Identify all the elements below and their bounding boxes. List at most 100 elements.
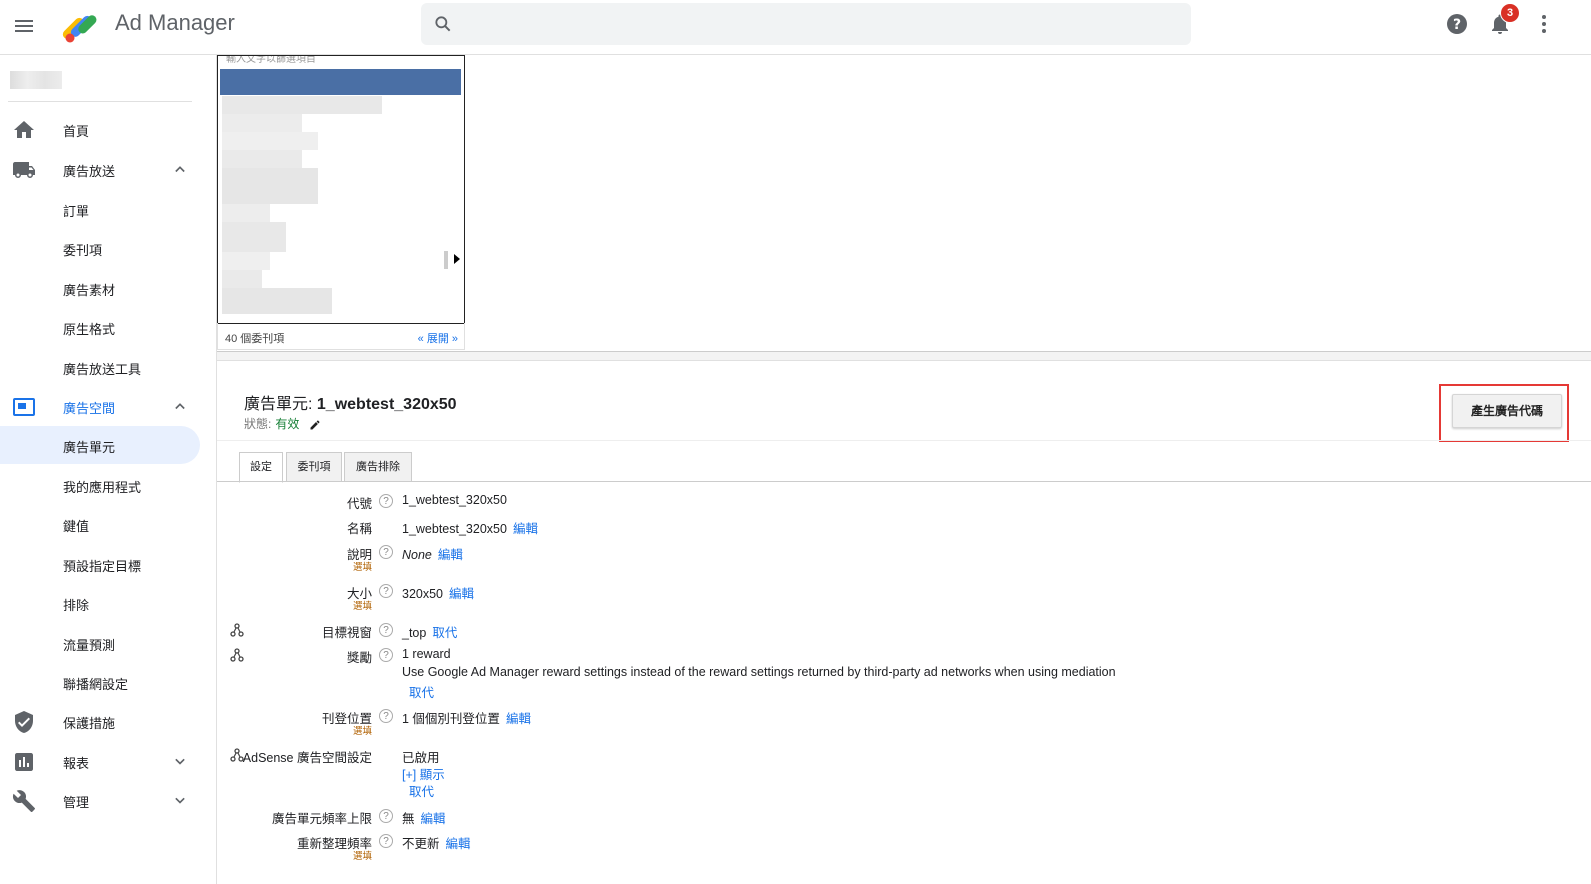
field-value: _top: [402, 626, 427, 640]
tab-settings[interactable]: 設定: [239, 452, 283, 483]
tab-ad-exclusions[interactable]: 廣告排除: [344, 452, 412, 482]
selected-row-blurred[interactable]: [220, 69, 461, 95]
help-circle-icon[interactable]: ?: [379, 584, 393, 598]
help-circle-icon[interactable]: ?: [379, 545, 393, 559]
blurred-row: [222, 114, 302, 132]
menu-icon[interactable]: [12, 14, 36, 38]
sidebar-item-reports[interactable]: 報表: [0, 742, 200, 780]
search-bar[interactable]: [421, 3, 1191, 45]
help-icon[interactable]: ?: [1445, 12, 1469, 36]
field-value-row: 不更新 編輯: [402, 833, 471, 852]
sidebar-item-forecasting[interactable]: 流量預測: [0, 624, 200, 662]
sidebar: 首頁 廣告放送 訂單 委刊項 廣告素材 原生格式 廣告放送工具 廣告空間 廣告單…: [0, 55, 217, 884]
divider: [217, 440, 1591, 441]
field-label: 名稱: [346, 522, 372, 536]
field-value-row: 無編輯: [402, 808, 446, 827]
optional-label: 選填: [352, 726, 372, 737]
help-circle-icon[interactable]: ?: [379, 648, 393, 662]
sidebar-item-label: 我的應用程式: [63, 480, 142, 495]
blurred-row: [222, 204, 270, 222]
field-value: 1 個個別刊登位置: [402, 712, 500, 726]
blurred-row: [222, 132, 318, 150]
sidebar-item-label: 廣告素材: [63, 283, 116, 298]
sidebar-item-label: 首頁: [63, 124, 90, 139]
blurred-row: [222, 150, 302, 168]
blurred-row: [222, 96, 382, 114]
shield-icon: [15, 711, 33, 733]
sidebar-item-protections[interactable]: 保護措施: [0, 702, 200, 740]
sidebar-item-line-items[interactable]: 委刊項: [0, 229, 200, 267]
search-icon: [435, 16, 451, 32]
blurred-row: [222, 288, 332, 314]
status-badge: 有效: [275, 417, 300, 431]
sidebar-item-delivery-tools[interactable]: 廣告放送工具: [0, 348, 200, 386]
override-link[interactable]: 取代: [409, 682, 434, 701]
sidebar-item-exclusions[interactable]: 排除: [0, 584, 200, 622]
home-icon: [14, 121, 34, 138]
generate-tags-button[interactable]: 產生廣告代碼: [1452, 394, 1562, 428]
edit-link[interactable]: 編輯: [438, 548, 463, 562]
chevron-up-icon[interactable]: [170, 159, 190, 179]
edit-link[interactable]: 編輯: [421, 812, 446, 826]
sidebar-item-label: 排除: [63, 598, 90, 613]
field-label: 代號: [346, 497, 372, 511]
sidebar-item-key-values[interactable]: 鍵值: [0, 505, 200, 543]
edit-link[interactable]: 編輯: [449, 587, 474, 601]
sidebar-item-default-targeting[interactable]: 預設指定目標: [0, 545, 200, 583]
inheritance-icon: [230, 648, 244, 662]
ad-manager-logo: [62, 15, 97, 43]
blurred-row: [222, 270, 262, 288]
main-content: 輸入文字以篩選項目 40 個委刊項 « 展開 » 廣告單元: 1_webtest…: [217, 55, 1591, 884]
app-name: Ad Manager: [115, 10, 235, 35]
edit-link[interactable]: 編輯: [506, 712, 531, 726]
line-item-picker[interactable]: 輸入文字以篩選項目: [217, 55, 465, 324]
help-circle-icon[interactable]: ?: [379, 709, 393, 723]
page-title: 廣告單元: 1_webtest_320x50: [244, 390, 457, 414]
blurred-row: [222, 222, 286, 252]
field-value: 320x50: [402, 587, 444, 601]
sidebar-item-inventory[interactable]: 廣告空間: [0, 387, 200, 425]
help-circle-icon[interactable]: ?: [379, 623, 393, 637]
field-value: None: [402, 548, 432, 562]
optional-label: 選填: [352, 562, 372, 573]
sidebar-item-label: 廣告單元: [63, 440, 116, 455]
tabs-divider: [217, 481, 1591, 482]
sidebar-item-label: 管理: [63, 795, 90, 810]
tab-line-items[interactable]: 委刊項: [286, 452, 342, 482]
chevron-down-icon[interactable]: [170, 790, 190, 810]
edit-link[interactable]: 編輯: [446, 837, 471, 851]
override-link[interactable]: 取代: [409, 781, 434, 800]
expand-link[interactable]: « 展開 »: [418, 330, 458, 346]
sidebar-item-home[interactable]: 首頁: [0, 110, 200, 148]
sidebar-item-orders[interactable]: 訂單: [0, 190, 200, 228]
more-vert-icon[interactable]: [1532, 12, 1556, 36]
chevron-down-icon[interactable]: [170, 751, 190, 771]
chevron-up-icon[interactable]: [170, 396, 190, 416]
sidebar-item-ad-units[interactable]: 廣告單元: [0, 426, 200, 464]
scrollbar-thumb[interactable]: [444, 251, 448, 269]
expand-arrow-icon[interactable]: [454, 254, 460, 264]
sidebar-item-network-settings[interactable]: 聯播網設定: [0, 663, 200, 701]
help-circle-icon[interactable]: ?: [379, 809, 393, 823]
status-label: 狀態:: [244, 417, 272, 431]
edit-link[interactable]: 編輯: [513, 522, 538, 536]
field-value: 1_webtest_320x50: [402, 522, 507, 536]
field-value-row: _top 取代: [402, 622, 457, 641]
sidebar-item-native[interactable]: 原生格式: [0, 308, 200, 346]
sidebar-item-label: 鍵值: [63, 519, 90, 534]
field-label: AdSense 廣告空間設定: [242, 751, 372, 765]
sidebar-item-creatives[interactable]: 廣告素材: [0, 269, 200, 307]
pencil-icon[interactable]: [309, 419, 321, 431]
help-circle-icon[interactable]: ?: [379, 834, 393, 848]
optional-label: 選填: [352, 601, 372, 612]
sidebar-item-delivery[interactable]: 廣告放送: [0, 150, 200, 188]
sidebar-item-admin[interactable]: 管理: [0, 781, 200, 819]
field-value: 1_webtest_320x50: [402, 493, 507, 507]
help-circle-icon[interactable]: ?: [379, 494, 393, 508]
field-value-row: 1 個個別刊登位置 編輯: [402, 708, 531, 727]
override-link[interactable]: 取代: [432, 626, 457, 640]
sidebar-item-label: 原生格式: [63, 322, 116, 337]
notification-badge: 3: [1500, 3, 1520, 23]
chart-icon: [15, 753, 33, 771]
sidebar-item-apps[interactable]: 我的應用程式: [0, 466, 200, 504]
